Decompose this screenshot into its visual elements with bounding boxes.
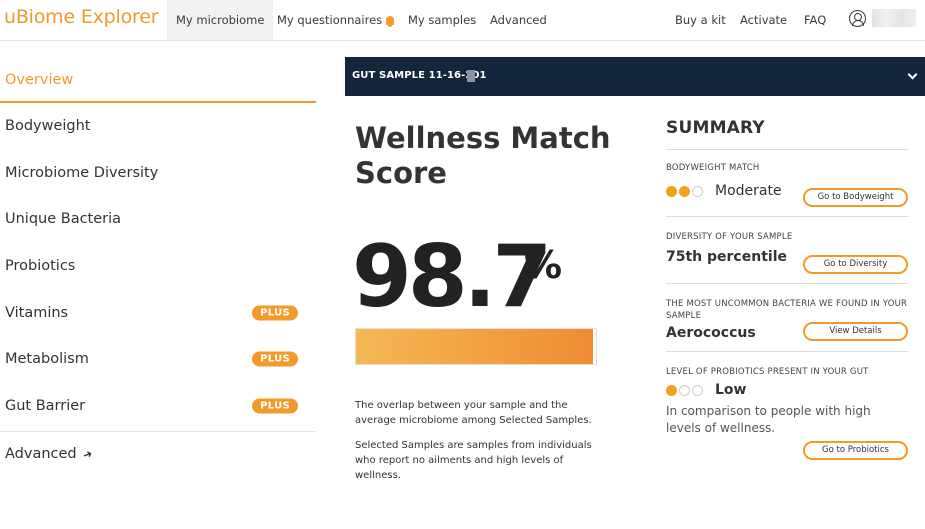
level-dot-filled bbox=[666, 384, 677, 396]
summary-bodyweight: BODYWEIGHT MATCH Moderate Go to Bodyweig… bbox=[666, 150, 908, 217]
sidebar-item-label: Unique Bacteria bbox=[5, 211, 122, 228]
sidebar-item-vitamins[interactable]: Vitamins PLUS bbox=[0, 289, 316, 336]
summary-bacteria: THE MOST UNCOMMON BACTERIA WE FOUND IN Y… bbox=[666, 284, 908, 352]
go-to-probiotics-button[interactable]: Go to Probiotics bbox=[803, 441, 908, 460]
user-avatar-icon[interactable] bbox=[849, 10, 866, 27]
sample-date-redacted bbox=[467, 70, 475, 82]
level-dot-empty bbox=[692, 384, 703, 396]
plus-badge: PLUS bbox=[252, 351, 298, 367]
score-title: Wellness Match Score bbox=[355, 121, 611, 190]
level-dot-empty bbox=[679, 384, 690, 396]
sidebar-item-advanced[interactable]: Advanced ➜ bbox=[0, 432, 316, 476]
score-unit: % bbox=[524, 243, 563, 287]
sidebar-item-gut-barrier[interactable]: Gut Barrier PLUS bbox=[0, 383, 316, 430]
top-navigation: uBiome Explorer My microbiome My questio… bbox=[0, 0, 925, 41]
probiotics-value: Low bbox=[715, 382, 747, 398]
nav-activate[interactable]: Activate bbox=[731, 0, 796, 40]
nav-my-questionnaires[interactable]: My questionnaires bbox=[268, 0, 403, 40]
probiotics-label: LEVEL OF PROBIOTICS PRESENT IN YOUR GUT bbox=[666, 367, 869, 377]
sidebar-item-label: Microbiome Diversity bbox=[5, 164, 159, 181]
sidebar-item-probiotics[interactable]: Probiotics bbox=[0, 243, 316, 290]
probiotics-note: In comparison to people with high levels… bbox=[666, 404, 871, 435]
plus-badge: PLUS bbox=[252, 305, 298, 321]
sidebar-item-label: Probiotics bbox=[5, 258, 76, 275]
sidebar: Overview Bodyweight Microbiome Diversity… bbox=[0, 58, 316, 476]
level-dot-empty bbox=[692, 185, 703, 197]
nav-faq[interactable]: FAQ bbox=[795, 0, 835, 40]
bodyweight-label: BODYWEIGHT MATCH bbox=[666, 163, 760, 173]
go-to-bodyweight-button[interactable]: Go to Bodyweight bbox=[803, 188, 908, 207]
sidebar-item-label: Vitamins bbox=[5, 304, 69, 321]
bodyweight-level-dots bbox=[666, 185, 703, 197]
external-arrow-icon: ➜ bbox=[80, 446, 94, 462]
summary-probiotics: LEVEL OF PROBIOTICS PRESENT IN YOUR GUT … bbox=[666, 352, 908, 464]
notification-bell-icon bbox=[386, 16, 395, 27]
bodyweight-value: Moderate bbox=[715, 183, 782, 199]
summary-diversity: DIVERSITY OF YOUR SAMPLE 75th percentile… bbox=[666, 217, 908, 284]
nav-my-questionnaires-label: My questionnaires bbox=[277, 13, 383, 27]
sidebar-item-label: Advanced bbox=[5, 446, 77, 463]
summary-title: SUMMARY bbox=[666, 118, 908, 150]
chevron-down-icon[interactable] bbox=[907, 69, 918, 80]
score-progress-bar bbox=[355, 328, 597, 365]
go-to-diversity-button[interactable]: Go to Diversity bbox=[803, 255, 908, 274]
sidebar-item-label: Bodyweight bbox=[5, 118, 91, 135]
sidebar-item-metabolism[interactable]: Metabolism PLUS bbox=[0, 336, 316, 383]
score-description: The overlap between your sample and the … bbox=[355, 400, 592, 426]
nav-buy-a-kit[interactable]: Buy a kit bbox=[666, 0, 735, 40]
sidebar-item-label: Overview bbox=[5, 71, 74, 88]
nav-my-microbiome[interactable]: My microbiome bbox=[167, 0, 274, 40]
app-logo[interactable]: uBiome Explorer bbox=[4, 6, 159, 28]
plus-badge: PLUS bbox=[252, 398, 298, 414]
selected-samples-description: Selected Samples are samples from indivi… bbox=[355, 440, 592, 481]
sidebar-item-unique-bacteria[interactable]: Unique Bacteria bbox=[0, 196, 316, 243]
sidebar-item-microbiome-diversity[interactable]: Microbiome Diversity bbox=[0, 150, 316, 197]
username-redacted[interactable] bbox=[872, 9, 916, 27]
score-progress-fill bbox=[356, 329, 593, 364]
nav-my-samples[interactable]: My samples bbox=[399, 0, 485, 40]
sidebar-item-overview[interactable]: Overview bbox=[0, 58, 316, 103]
nav-advanced[interactable]: Advanced bbox=[481, 0, 556, 40]
score-value: 98.7 bbox=[352, 227, 552, 327]
bacteria-label: THE MOST UNCOMMON BACTERIA WE FOUND IN Y… bbox=[666, 299, 908, 321]
sidebar-item-bodyweight[interactable]: Bodyweight bbox=[0, 103, 316, 150]
level-dot-filled bbox=[679, 185, 690, 197]
view-details-button[interactable]: View Details bbox=[803, 322, 908, 341]
sidebar-item-label: Gut Barrier bbox=[5, 397, 86, 414]
probiotics-level-dots bbox=[666, 384, 703, 396]
sample-selector[interactable]: GUT SAMPLE 11-16-201 bbox=[345, 57, 925, 96]
level-dot-filled bbox=[666, 185, 677, 197]
summary-panel: SUMMARY BODYWEIGHT MATCH Moderate Go to … bbox=[666, 118, 908, 464]
diversity-label: DIVERSITY OF YOUR SAMPLE bbox=[666, 232, 793, 242]
sidebar-item-label: Metabolism bbox=[5, 351, 89, 368]
